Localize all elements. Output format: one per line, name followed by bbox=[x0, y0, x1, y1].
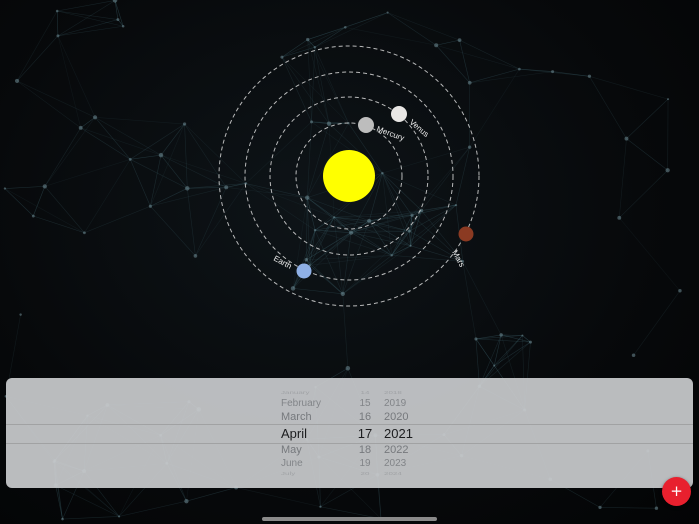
sun[interactable] bbox=[323, 150, 375, 202]
year-option[interactable]: 2020 bbox=[384, 411, 408, 423]
year-option[interactable]: 2022 bbox=[384, 444, 408, 456]
month-option[interactable]: July bbox=[281, 471, 295, 476]
venus-label: Venus bbox=[408, 118, 431, 139]
day-option[interactable]: 19 bbox=[350, 458, 380, 469]
month-option[interactable]: June bbox=[281, 458, 303, 469]
app-screen: Mercury Venus Earth Mars January Februar… bbox=[0, 0, 699, 524]
mars-label: Mars bbox=[450, 249, 466, 269]
month-option[interactable]: March bbox=[281, 411, 312, 423]
date-picker[interactable]: January February March April May June Ju… bbox=[6, 378, 693, 488]
mars-planet[interactable] bbox=[458, 226, 474, 242]
day-option[interactable]: 15 bbox=[350, 398, 380, 409]
year-option-selected[interactable]: 2021 bbox=[384, 426, 413, 441]
day-option[interactable]: 18 bbox=[350, 444, 380, 456]
day-option[interactable]: 16 bbox=[350, 411, 380, 423]
earth-planet[interactable] bbox=[296, 263, 312, 279]
year-option[interactable]: 2023 bbox=[384, 458, 406, 469]
mercury-planet[interactable] bbox=[358, 117, 374, 133]
day-option-selected[interactable]: 17 bbox=[350, 426, 380, 441]
add-button[interactable]: + bbox=[662, 477, 691, 506]
day-wheel[interactable]: 14 15 16 17 18 19 20 bbox=[350, 378, 380, 488]
mercury-label: Mercury bbox=[375, 124, 405, 142]
year-option[interactable]: 2024 bbox=[384, 471, 402, 476]
year-option[interactable]: 2018 bbox=[384, 390, 402, 395]
month-option[interactable]: May bbox=[281, 444, 302, 456]
home-indicator[interactable] bbox=[262, 517, 437, 521]
venus-planet[interactable] bbox=[391, 106, 407, 122]
plus-icon: + bbox=[670, 482, 683, 500]
year-option[interactable]: 2019 bbox=[384, 398, 406, 409]
year-wheel[interactable]: 2018 2019 2020 2021 2022 2023 2024 bbox=[384, 378, 429, 488]
month-wheel[interactable]: January February March April May June Ju… bbox=[281, 378, 351, 488]
month-option-selected[interactable]: April bbox=[281, 426, 307, 441]
day-option[interactable]: 14 bbox=[350, 390, 380, 395]
earth-label: Earth bbox=[272, 254, 293, 271]
month-option[interactable]: February bbox=[281, 398, 321, 409]
day-option[interactable]: 20 bbox=[350, 471, 380, 476]
month-option[interactable]: January bbox=[281, 390, 309, 395]
